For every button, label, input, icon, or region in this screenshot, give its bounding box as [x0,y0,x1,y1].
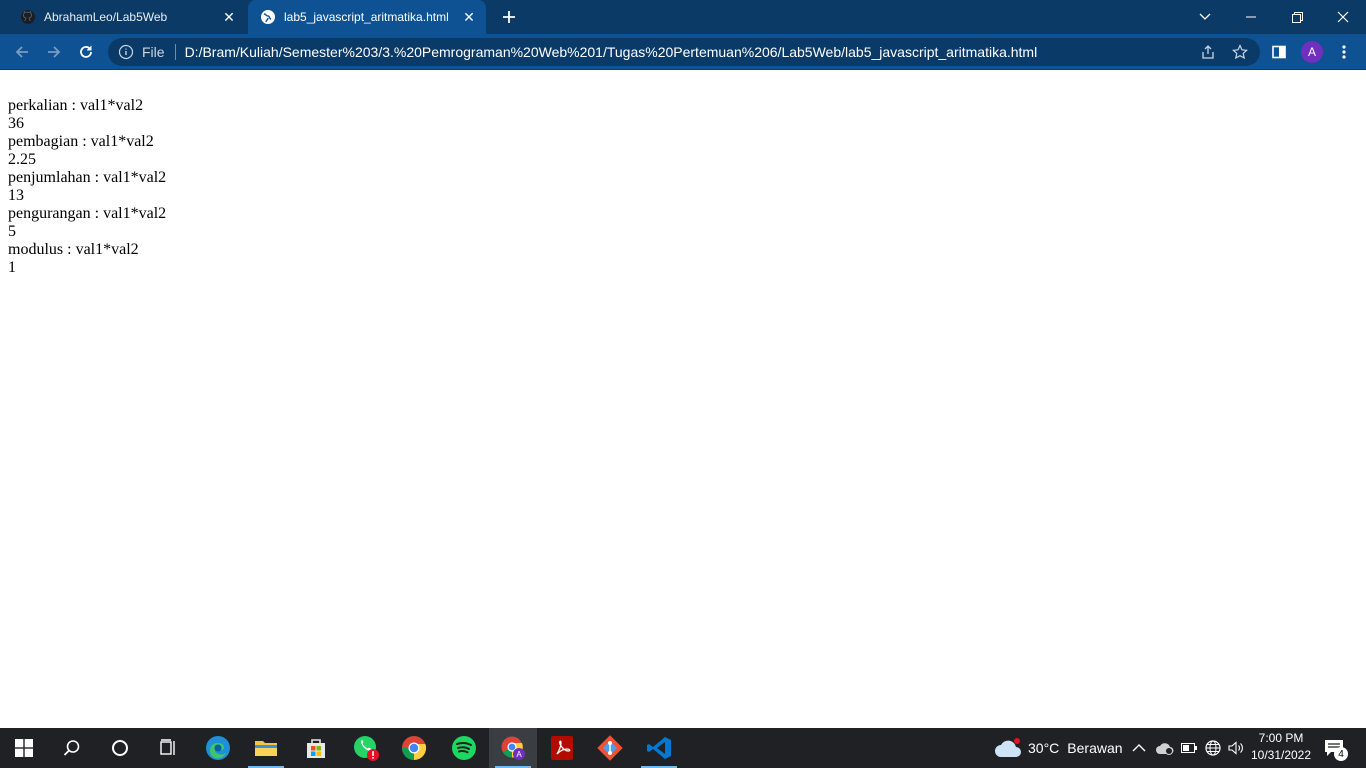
browser-tabstrip: AbrahamLeo/Lab5Web ✕ lab5_javascript_ari… [0,0,1366,34]
menu-button[interactable] [1330,38,1358,66]
volume-icon[interactable] [1228,728,1244,768]
acrobat-icon [551,736,573,760]
chevron-up-icon [1132,744,1146,752]
github-icon [20,9,36,25]
kebab-menu-icon [1342,45,1346,59]
windows-taskbar: A 30°C Berawan 7:00 PM 10/31/2022 [0,728,1366,768]
cortana-button[interactable] [96,728,144,768]
weather-widget[interactable]: 30°C Berawan [994,728,1123,768]
plus-icon [503,11,515,23]
result-label-pengurangan: pengurangan : val1*val2 [8,205,167,222]
notification-count-badge: 4 [1334,747,1348,761]
tab-title: lab5_javascript_aritmatika.html [284,10,449,24]
spotify-app[interactable] [440,728,488,768]
git-app[interactable] [586,728,634,768]
profile-avatar[interactable]: A [1301,41,1323,63]
address-bar[interactable]: File D:/Bram/Kuliah/Semester%203/3.%20Pe… [108,38,1260,66]
tab-search-chevron-icon[interactable] [1182,0,1228,34]
svg-text:A: A [516,750,522,759]
git-icon [597,735,623,761]
tab-title: AbrahamLeo/Lab5Web [44,10,168,24]
folder-icon [255,741,277,756]
forward-button[interactable] [40,38,68,66]
share-icon [1202,45,1214,59]
whatsapp-icon [354,736,379,761]
url-scheme-label: File [142,44,165,60]
result-value-penjumlahan: 13 [8,187,24,204]
result-value-pengurangan: 5 [8,223,16,240]
result-label-pembagian: pembagian : val1*val2 [8,133,154,150]
system-clock[interactable]: 7:00 PM 10/31/2022 [1246,730,1316,764]
whatsapp-app[interactable] [342,728,390,768]
task-view-button[interactable] [144,728,192,768]
clock-date: 10/31/2022 [1250,748,1312,762]
reload-icon [80,46,92,58]
page-content: perkalian : val1*val2 36 pembagian : val… [8,97,166,277]
result-label-penjumlahan: penjumlahan : val1*val2 [8,169,167,186]
acrobat-app[interactable] [538,728,586,768]
show-hidden-icons-button[interactable] [1132,728,1146,768]
battery-icon[interactable] [1181,728,1197,768]
network-globe-icon[interactable] [1205,728,1221,768]
weather-temp: 30°C [1028,740,1060,756]
result-value-modulus: 1 [8,259,16,276]
chrome-app[interactable] [390,728,438,768]
chrome-icon [402,736,427,761]
search-icon [63,740,80,756]
star-icon [1232,44,1248,60]
browser-toolbar: File D:/Bram/Kuliah/Semester%203/3.%20Pe… [0,34,1366,70]
edge-icon [206,736,230,760]
start-button[interactable] [0,728,48,768]
tab-github[interactable]: AbrahamLeo/Lab5Web ✕ [8,0,246,34]
spotify-icon [452,736,476,760]
edge-app[interactable] [194,728,242,768]
search-button[interactable] [48,728,96,768]
cortana-icon [112,740,128,756]
clock-time: 7:00 PM [1258,731,1304,745]
chrome-profile-icon: A [501,736,525,760]
file-explorer-app[interactable] [242,728,290,768]
side-panel-button[interactable] [1265,38,1293,66]
onedrive-icon[interactable] [1155,728,1175,768]
windows-logo-icon [15,739,33,757]
task-view-icon [160,739,175,755]
result-label-perkalian: perkalian : val1*val2 [8,97,144,114]
tab-close-icon[interactable]: ✕ [218,6,240,28]
result-label-modulus: modulus : val1*val2 [8,241,139,258]
arrow-right-icon [48,46,61,58]
cloud-icon [995,738,1021,757]
vscode-app[interactable] [635,728,683,768]
url-text[interactable]: D:/Bram/Kuliah/Semester%203/3.%20Pemrogr… [185,44,1038,60]
result-value-perkalian: 36 [8,115,24,132]
close-window-button[interactable] [1320,0,1366,34]
info-icon[interactable] [118,44,134,60]
reload-button[interactable] [72,38,100,66]
share-button[interactable] [1194,38,1222,66]
microsoft-store-app[interactable] [292,728,340,768]
new-tab-button[interactable] [497,6,521,28]
back-button[interactable] [8,38,36,66]
side-panel-icon [1272,45,1286,59]
tab-close-icon[interactable]: ✕ [458,6,480,28]
bookmark-button[interactable] [1226,38,1254,66]
globe-icon [260,9,276,25]
arrow-left-icon [15,46,28,58]
chrome-profile-app[interactable]: A [489,728,537,768]
result-value-pembagian: 2.25 [8,151,36,168]
store-icon [307,739,325,758]
vscode-icon [647,737,671,759]
restore-button[interactable] [1274,0,1320,34]
tab-active-page[interactable]: lab5_javascript_aritmatika.html ✕ [248,0,486,34]
minimize-button[interactable] [1228,0,1274,34]
weather-condition: Berawan [1067,740,1123,756]
omnibox-divider [174,44,176,60]
